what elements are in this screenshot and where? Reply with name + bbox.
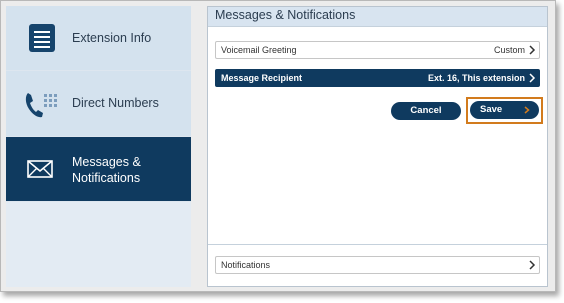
sidebar-empty-area [6, 202, 191, 287]
app-window: Extension Info Direct Numbers Messages &… [0, 0, 556, 292]
sidebar: Extension Info Direct Numbers Messages &… [6, 6, 191, 287]
sidebar-item-messages-notifications[interactable]: Messages & Notifications [6, 137, 191, 201]
save-button-highlight: Save [466, 97, 543, 124]
phone-keypad-icon [25, 93, 57, 118]
save-button[interactable]: Save [470, 101, 539, 119]
main-panel: Messages & Notifications Voicemail Greet… [207, 6, 548, 287]
sidebar-item-direct-numbers[interactable]: Direct Numbers [6, 71, 191, 136]
sidebar-item-label: Direct Numbers [72, 96, 159, 110]
message-recipient-value: Ext. 16, This extension [427, 73, 525, 83]
sidebar-item-label: Extension Info [72, 31, 152, 45]
cancel-button[interactable]: Cancel [391, 102, 461, 120]
page-title: Messages & Notifications [215, 8, 356, 22]
panel-header: Messages & Notifications [208, 7, 547, 27]
notifications-label: Notifications [221, 260, 271, 270]
voicemail-greeting-row[interactable]: Voicemail Greeting Custom [215, 41, 540, 59]
message-recipient-row[interactable]: Message Recipient Ext. 16, This extensio… [215, 69, 540, 87]
voicemail-greeting-label: Voicemail Greeting [221, 45, 297, 55]
document-list-icon [29, 24, 55, 52]
chevron-right-icon [529, 73, 536, 83]
voicemail-greeting-value: Custom [493, 45, 525, 55]
envelope-icon [27, 160, 53, 178]
chevron-right-icon [529, 45, 536, 55]
chevron-right-icon [524, 106, 530, 114]
sidebar-item-label: Messages & Notifications [72, 155, 141, 185]
notifications-row[interactable]: Notifications [215, 256, 540, 274]
chevron-right-icon [529, 260, 536, 270]
message-recipient-label: Message Recipient [221, 73, 303, 83]
save-button-label: Save [480, 104, 503, 115]
sidebar-item-extension-info[interactable]: Extension Info [6, 6, 191, 70]
divider [208, 244, 547, 245]
